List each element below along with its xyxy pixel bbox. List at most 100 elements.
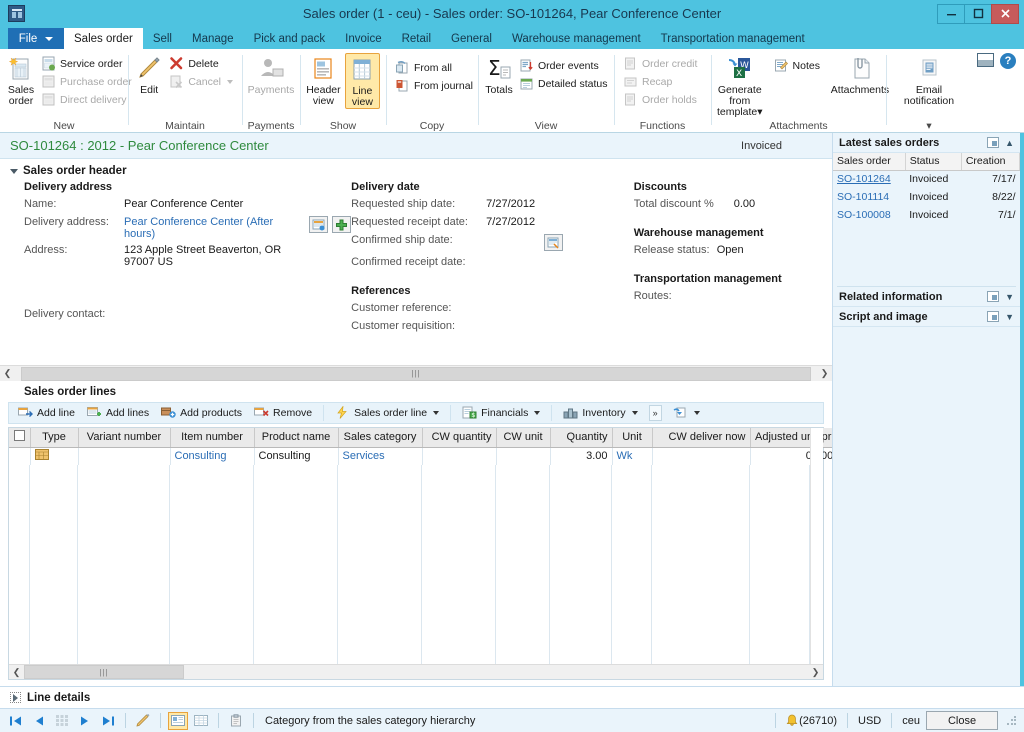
tab-warehouse-management[interactable]: Warehouse management	[502, 28, 651, 49]
cell-sales-category[interactable]: Services	[338, 447, 422, 465]
list-item[interactable]: SO-100008 Invoiced 7/1/	[833, 206, 1020, 224]
col-header-cw-quantity[interactable]: CW quantity	[422, 428, 496, 447]
cell-variant-number[interactable]	[78, 447, 170, 465]
grid-empty-area[interactable]	[9, 465, 810, 664]
sidebar-col-creation[interactable]: Creation	[961, 153, 1019, 170]
delivery-date-control-icon[interactable]	[544, 234, 563, 251]
cell-type[interactable]	[30, 447, 78, 465]
col-header-item-number[interactable]: Item number	[170, 428, 254, 447]
sidebar-order-number[interactable]: SO-100008	[833, 206, 905, 224]
cell-product-name[interactable]: Consulting	[254, 447, 338, 465]
help-icon[interactable]: ?	[1000, 53, 1016, 69]
add-address-icon[interactable]	[332, 216, 351, 233]
col-header-variant-number[interactable]: Variant number	[78, 428, 170, 447]
grid-scroll-left-icon[interactable]: ❮	[9, 665, 24, 680]
tab-invoice[interactable]: Invoice	[335, 28, 391, 49]
col-header-type[interactable]: Type	[30, 428, 78, 447]
cell-cw-quantity[interactable]	[422, 447, 496, 465]
file-menu-tab[interactable]: File	[8, 28, 64, 49]
cell-cw-deliver-now[interactable]	[652, 447, 750, 465]
maximize-button[interactable]	[964, 4, 992, 24]
toolbar-overflow-button[interactable]: »	[649, 405, 662, 421]
sidebar-col-sales-order[interactable]: Sales order	[833, 153, 905, 170]
header-scroll-track[interactable]: |||	[15, 367, 817, 381]
grid-scroll-track[interactable]: |||	[24, 665, 808, 679]
inventory-button[interactable]: Inventory	[558, 405, 642, 422]
col-header-quantity[interactable]: Quantity	[550, 428, 612, 447]
scroll-left-icon[interactable]: ❮	[0, 366, 15, 381]
scroll-right-icon[interactable]: ❯	[817, 366, 832, 381]
line-view-button[interactable]: Lineview	[345, 53, 380, 109]
header-scroll-thumb[interactable]: |||	[21, 367, 811, 381]
open-in-new-window-icon[interactable]	[987, 311, 999, 322]
view-address-map-icon[interactable]	[309, 216, 328, 233]
grid-scroll-thumb[interactable]: |||	[24, 665, 184, 679]
fasttab-sales-order-header[interactable]: Sales order header	[0, 165, 832, 177]
financials-button[interactable]: $ Financials	[457, 405, 545, 422]
attachments-button[interactable]: Attachments	[831, 53, 889, 96]
chevron-down-icon[interactable]: ▼	[1005, 312, 1014, 322]
toggle-panel-icon[interactable]	[977, 53, 994, 67]
cell-quantity[interactable]: 3.00	[550, 447, 612, 465]
grid-horizontal-scrollbar[interactable]: ❮ ||| ❯	[9, 664, 823, 679]
header-horizontal-scrollbar[interactable]: ❮ ||| ❯	[0, 365, 832, 381]
alerts-indicator[interactable]: (26710)	[786, 714, 837, 727]
col-header-cw-unit[interactable]: CW unit	[496, 428, 550, 447]
totals-button[interactable]: Σ Totals	[484, 53, 514, 96]
col-header-product-name[interactable]: Product name	[254, 428, 338, 447]
add-line-button[interactable]: Add line	[13, 405, 80, 422]
tab-retail[interactable]: Retail	[392, 28, 441, 49]
edit-button[interactable]: Edit	[134, 53, 164, 96]
sidebar-section-script-and-image[interactable]: Script and image ▼	[833, 307, 1020, 327]
open-in-new-window-icon[interactable]	[987, 291, 999, 302]
sales-order-line-button[interactable]: Sales order line	[330, 405, 444, 422]
chevron-down-icon[interactable]: ▼	[1005, 292, 1014, 302]
cell-unit[interactable]: Wk	[612, 447, 652, 465]
tab-general[interactable]: General	[441, 28, 502, 49]
sidebar-order-number[interactable]: SO-101264	[833, 170, 905, 188]
close-window-button[interactable]	[991, 4, 1019, 24]
add-lines-button[interactable]: Add lines	[82, 405, 154, 422]
delete-button[interactable]: Delete	[166, 55, 236, 72]
delivery-address-value[interactable]: Pear Conference Center (After hours)	[124, 216, 303, 240]
copy-from-all-button[interactable]: From all	[392, 59, 476, 76]
sidebar-col-status[interactable]: Status	[905, 153, 961, 170]
export-to-excel-button[interactable]	[668, 405, 705, 422]
tab-pick-and-pack[interactable]: Pick and pack	[244, 28, 336, 49]
sidebar-section-latest-sales-orders[interactable]: Latest sales orders ▲	[833, 133, 1020, 153]
row-select-cell[interactable]	[9, 447, 30, 465]
tab-sell[interactable]: Sell	[143, 28, 182, 49]
service-order-button[interactable]: Service order	[38, 55, 135, 72]
tab-manage[interactable]: Manage	[182, 28, 244, 49]
table-row[interactable]: Consulting Consulting Services 3.00 Wk	[9, 447, 850, 465]
add-products-button[interactable]: Add products	[156, 405, 247, 422]
select-all-header[interactable]	[9, 428, 30, 447]
sidebar-order-number[interactable]: SO-101114	[833, 188, 905, 206]
copy-from-journal-button[interactable]: From journal	[392, 77, 476, 94]
header-view-button[interactable]: Headerview	[306, 53, 341, 107]
new-sales-order-button[interactable]: Salesorder	[6, 53, 36, 107]
email-notification-button[interactable]: Emailnotification	[892, 53, 966, 107]
col-header-cw-deliver-now[interactable]: CW deliver now	[652, 428, 750, 447]
notes-button[interactable]: Notes	[771, 57, 823, 74]
minimize-button[interactable]	[937, 4, 965, 24]
tab-sales-order[interactable]: Sales order	[64, 28, 143, 49]
col-header-unit[interactable]: Unit	[612, 428, 652, 447]
close-button[interactable]: Close	[926, 711, 998, 730]
grid-scroll-right-icon[interactable]: ❯	[808, 665, 823, 680]
sidebar-section-related-information[interactable]: Related information ▼	[833, 287, 1020, 307]
tab-transportation-management[interactable]: Transportation management	[651, 28, 815, 49]
list-item[interactable]: SO-101114 Invoiced 8/22/	[833, 188, 1020, 206]
select-all-checkbox[interactable]	[14, 430, 25, 441]
order-events-button[interactable]: Order events	[516, 57, 610, 74]
detailed-status-button[interactable]: Detailed status	[516, 75, 610, 92]
chevron-up-icon[interactable]: ▲	[1005, 138, 1014, 148]
line-details-fasttab[interactable]: Line details	[0, 686, 1024, 708]
cell-item-number[interactable]: Consulting	[170, 447, 254, 465]
open-in-new-window-icon[interactable]	[987, 137, 999, 148]
grid-vertical-scrollbar[interactable]	[810, 428, 823, 664]
col-header-sales-category[interactable]: Sales category	[338, 428, 422, 447]
cell-cw-unit[interactable]	[496, 447, 550, 465]
resize-grip-icon[interactable]	[1006, 715, 1018, 727]
list-item[interactable]: SO-101264 Invoiced 7/17/	[833, 170, 1020, 188]
